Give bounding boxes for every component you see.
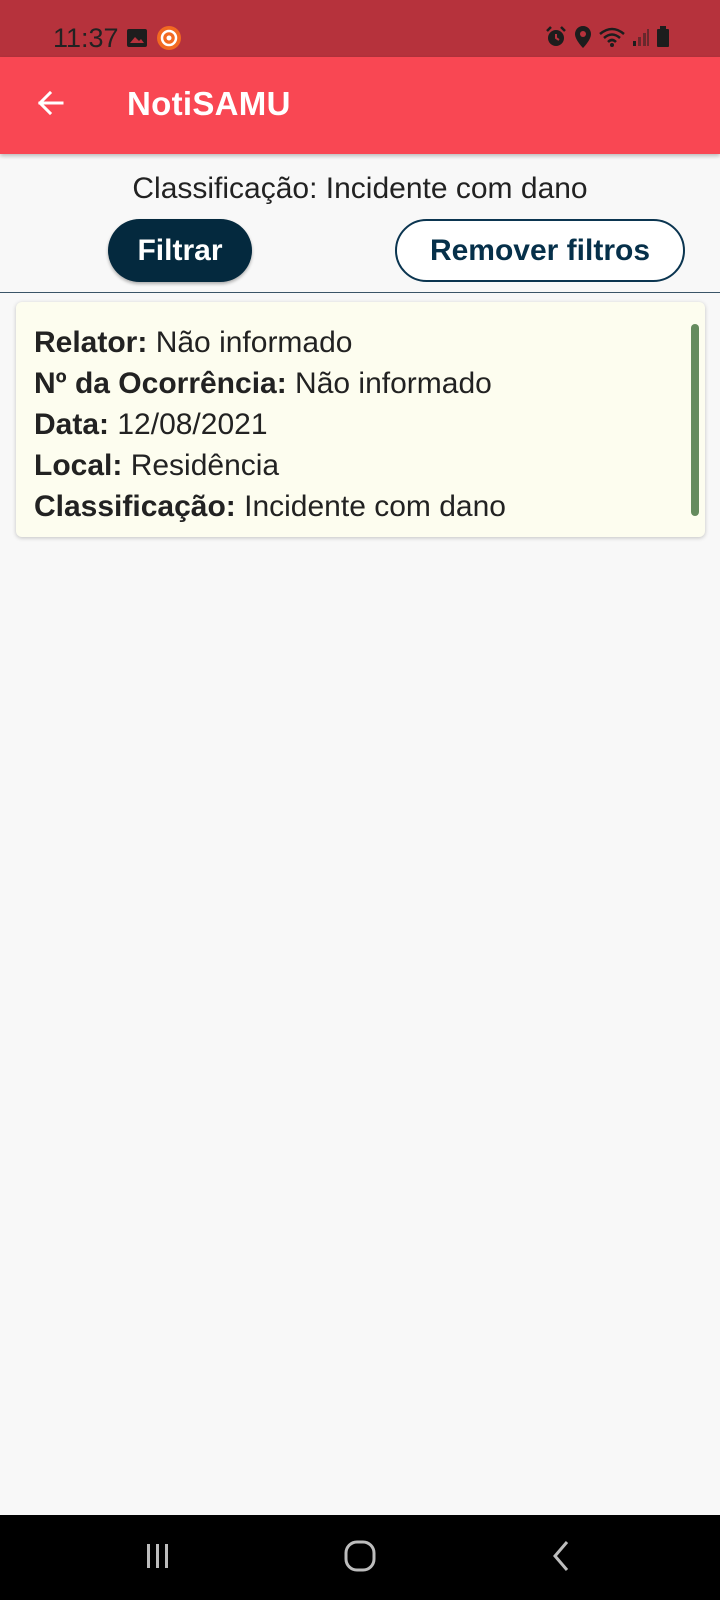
wifi-icon	[598, 26, 626, 53]
image-icon	[126, 28, 148, 53]
relator-value: Não informado	[155, 326, 353, 359]
arrow-left-icon	[35, 88, 65, 123]
system-nav-bar	[0, 1515, 720, 1600]
local-label: Local:	[34, 449, 123, 482]
notification-card[interactable]: Relator: Não informado Nº da Ocorrência:…	[16, 302, 705, 537]
home-icon	[343, 1539, 377, 1578]
alarm-icon	[544, 25, 568, 54]
classificacao-value: Incidente com dano	[244, 490, 506, 523]
back-icon	[549, 1539, 573, 1578]
status-time: 11:37	[53, 23, 119, 53]
nav-back-button[interactable]	[531, 1535, 591, 1581]
card-data: Data: 12/08/2021	[34, 404, 506, 445]
signal-icon	[632, 27, 650, 52]
ocorrencia-label: Nº da Ocorrência:	[34, 367, 287, 400]
card-relator: Relator: Não informado	[34, 322, 506, 363]
home-button[interactable]	[330, 1535, 390, 1581]
relator-label: Relator:	[34, 326, 148, 359]
filter-button[interactable]: Filtrar	[108, 219, 252, 282]
card-classificacao: Classificação: Incidente com dano	[34, 486, 506, 527]
status-bar: 11:37	[0, 0, 720, 57]
recorder-icon	[156, 25, 182, 56]
card-accent-bar	[691, 324, 699, 516]
recent-apps-button[interactable]	[128, 1535, 188, 1581]
ocorrencia-value: Não informado	[295, 367, 492, 400]
classificacao-label: Classificação:	[34, 490, 236, 523]
app-bar: NotiSAMU	[0, 57, 720, 154]
battery-icon	[656, 26, 670, 53]
remove-filters-button[interactable]: Remover filtros	[395, 219, 685, 282]
divider	[0, 292, 720, 293]
screen: 11:37 NotiSAMU Classificação: Incidente …	[0, 0, 720, 1600]
back-button[interactable]	[26, 81, 74, 129]
local-value: Residência	[130, 449, 280, 482]
data-label: Data:	[34, 408, 110, 441]
app-title: NotiSAMU	[127, 85, 291, 122]
data-value: 12/08/2021	[117, 408, 268, 441]
location-icon	[574, 25, 592, 54]
card-local: Local: Residência	[34, 445, 506, 486]
recent-apps-icon	[143, 1541, 173, 1576]
card-ocorrencia: Nº da Ocorrência: Não informado	[34, 363, 506, 404]
active-filter-label: Classificação: Incidente com dano	[132, 172, 588, 205]
